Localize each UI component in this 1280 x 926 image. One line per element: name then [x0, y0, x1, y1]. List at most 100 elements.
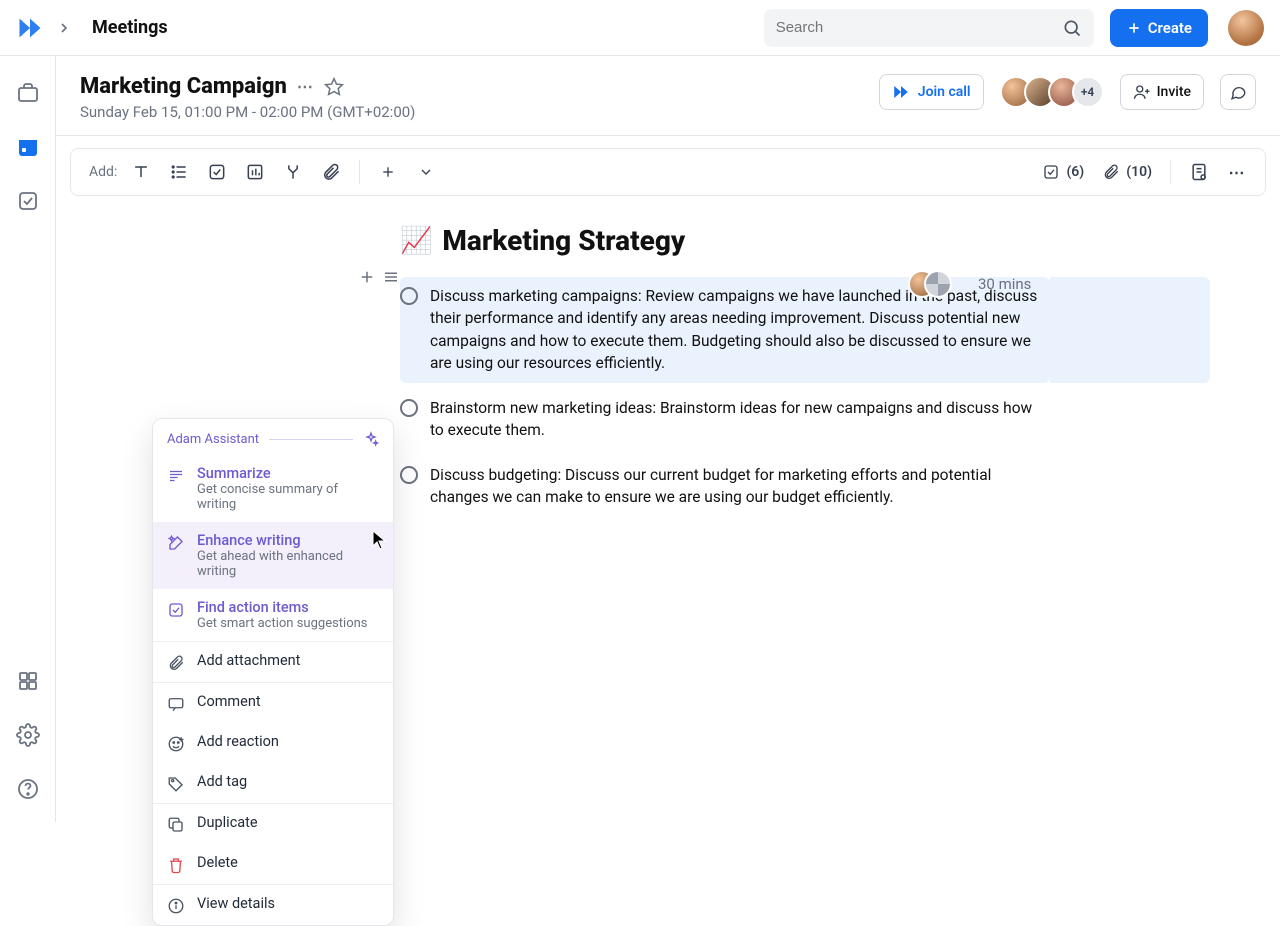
attachments-count-label: (10)	[1126, 164, 1152, 180]
cursor-icon	[372, 530, 386, 550]
menu-item-label: Add tag	[197, 773, 247, 790]
add-poll-icon[interactable]	[245, 162, 265, 182]
add-block-icon[interactable]	[358, 268, 376, 286]
add-decision-icon[interactable]	[283, 162, 303, 182]
menu-item-comment[interactable]: Comment	[153, 683, 393, 723]
menu-item-label: Find action items	[197, 599, 368, 616]
menu-item-label: Summarize	[197, 465, 379, 482]
menu-item-label: View details	[197, 895, 275, 912]
chat-icon	[1229, 83, 1247, 101]
create-label: Create	[1148, 19, 1192, 37]
agenda-item-text[interactable]: Discuss budgeting: Discuss our current b…	[430, 464, 1038, 509]
page-more-icon[interactable]: ⋯	[297, 77, 314, 96]
context-menu: Adam Assistant SummarizeGet concise summ…	[152, 418, 394, 926]
search-field[interactable]	[776, 19, 1062, 36]
toolbar-separator	[359, 160, 360, 184]
item-duration: 30 mins	[978, 275, 1031, 293]
menu-item-sub: Get ahead with enhanced writing	[197, 549, 379, 579]
menu-item-add-attachment[interactable]: Add attachment	[153, 642, 393, 682]
menu-item-delete[interactable]: Delete	[153, 844, 393, 884]
doc-emoji: 📈	[400, 226, 432, 256]
attachment-icon	[1102, 163, 1120, 181]
item-radio[interactable]	[400, 287, 418, 305]
breadcrumb[interactable]: Meetings	[92, 17, 168, 38]
checks-count[interactable]: (6)	[1042, 163, 1084, 181]
page-subtitle: Sunday Feb 15, 01:00 PM - 02:00 PM (GMT+…	[80, 103, 415, 121]
nav-help[interactable]	[15, 776, 41, 802]
nav-briefcase[interactable]	[15, 80, 41, 106]
invite-button[interactable]: Invite	[1120, 74, 1204, 110]
agenda-item[interactable]: Brainstorm new marketing ideas: Brainsto…	[400, 389, 1050, 450]
template-icon[interactable]	[1189, 162, 1209, 182]
add-checkbox-icon[interactable]	[207, 162, 227, 182]
menu-item-summarize[interactable]: SummarizeGet concise summary of writing	[153, 455, 393, 522]
page-header: Marketing Campaign ⋯ Sunday Feb 15, 01:0…	[56, 56, 1280, 136]
nav-rail	[0, 56, 56, 822]
drag-handle-icon[interactable]	[382, 268, 400, 286]
assignee-avatar[interactable]	[924, 270, 952, 298]
item-radio[interactable]	[400, 399, 418, 417]
menu-item-sub: Get smart action suggestions	[197, 616, 368, 631]
menu-item-sub: Get concise summary of writing	[197, 482, 379, 512]
topbar: Meetings Create	[0, 0, 1280, 56]
plus-icon	[1126, 20, 1142, 36]
nav-settings[interactable]	[15, 722, 41, 748]
add-attachment-icon[interactable]	[321, 162, 341, 182]
sparkle-icon	[363, 431, 379, 447]
attachment-icon	[167, 654, 185, 672]
menu-item-label: Delete	[197, 854, 238, 871]
add-label: Add:	[89, 164, 117, 180]
menu-item-add-reaction[interactable]: Add reaction	[153, 723, 393, 763]
menu-item-add-tag[interactable]: Add tag	[153, 763, 393, 803]
menu-item-duplicate[interactable]: Duplicate	[153, 804, 393, 844]
invite-icon	[1133, 83, 1151, 101]
menu-item-enhance-writing[interactable]: Enhance writingGet ahead with enhanced w…	[153, 522, 393, 589]
user-avatar[interactable]	[1228, 10, 1264, 46]
app-mini-logo-icon	[892, 83, 910, 101]
add-list-icon[interactable]	[169, 162, 189, 182]
menu-item-find-actions[interactable]: Find action itemsGet smart action sugges…	[153, 589, 393, 641]
add-more-button[interactable]	[378, 162, 398, 182]
delete-icon	[167, 856, 185, 874]
ai-header-label: Adam Assistant	[167, 432, 259, 447]
menu-item-label: Add attachment	[197, 652, 300, 669]
doc-title: 📈 Marketing Strategy	[400, 224, 1280, 257]
selected-item-meta: 30 mins	[908, 270, 1031, 298]
nav-apps[interactable]	[15, 668, 41, 694]
checkbox-icon	[1042, 163, 1060, 181]
search-input[interactable]	[764, 9, 1094, 47]
menu-item-view-details[interactable]: View details	[153, 885, 393, 925]
nav-calendar[interactable]	[15, 134, 41, 160]
summarize-icon	[167, 467, 185, 485]
duplicate-icon	[167, 816, 185, 834]
toolbar-more-icon[interactable]: ⋯	[1227, 162, 1247, 182]
enhance-icon	[167, 534, 185, 552]
menu-item-label: Comment	[197, 693, 261, 710]
add-dropdown-icon[interactable]	[416, 162, 436, 182]
nav-tasks[interactable]	[15, 188, 41, 214]
avatar-overflow[interactable]: +4	[1072, 76, 1104, 108]
agenda-item[interactable]: Discuss budgeting: Discuss our current b…	[400, 456, 1050, 517]
create-button[interactable]: Create	[1110, 9, 1208, 47]
join-call-label: Join call	[918, 84, 971, 100]
star-icon[interactable]	[324, 77, 344, 97]
app-logo[interactable]	[16, 14, 44, 42]
attachments-count[interactable]: (10)	[1102, 163, 1152, 181]
add-text-icon[interactable]	[131, 162, 151, 182]
item-radio[interactable]	[400, 466, 418, 484]
comment-icon	[167, 695, 185, 713]
search-icon	[1062, 18, 1082, 38]
agenda-item-text[interactable]: Brainstorm new marketing ideas: Brainsto…	[430, 397, 1038, 442]
agenda-item-text[interactable]: Discuss marketing campaigns: Review camp…	[430, 285, 1038, 375]
comments-button[interactable]	[1220, 74, 1256, 110]
menu-item-label: Enhance writing	[197, 532, 379, 549]
info-icon	[167, 897, 185, 915]
checks-count-label: (6)	[1066, 164, 1084, 180]
join-call-button[interactable]: Join call	[879, 74, 984, 110]
participant-avatars[interactable]: +4	[1000, 76, 1104, 108]
page-title: Marketing Campaign	[80, 74, 287, 99]
doc-title-text: Marketing Strategy	[442, 224, 685, 257]
toolbar-separator	[1170, 160, 1171, 184]
action-items-icon	[167, 601, 185, 619]
context-menu-header: Adam Assistant	[153, 419, 393, 455]
